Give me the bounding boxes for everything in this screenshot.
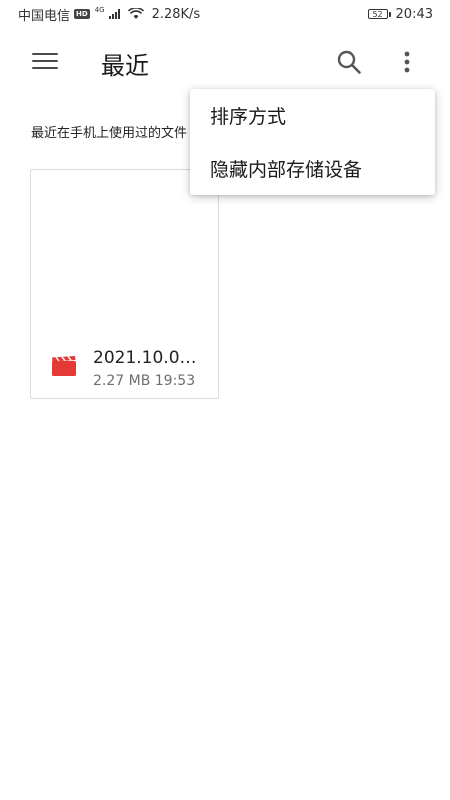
file-time: 19:53 — [154, 373, 196, 389]
section-description: 最近在手机上使用过的文件 — [31, 126, 188, 141]
overflow-menu: 排序方式 隐藏内部存储设备 — [190, 89, 435, 195]
network-type-label: 4G — [94, 6, 105, 14]
file-thumbnail — [31, 170, 218, 340]
status-left: 中国电信 HD 4G 2.28K/s — [18, 5, 200, 24]
battery-level: 52 — [367, 9, 388, 19]
menu-item-hide-internal-storage[interactable]: 隐藏内部存储设备 — [190, 142, 435, 195]
more-vert-icon[interactable] — [396, 50, 418, 74]
hd-badge: HD — [74, 9, 90, 19]
signal-icon — [108, 9, 120, 19]
clock: 20:43 — [395, 6, 433, 22]
menu-item-sort[interactable]: 排序方式 — [190, 89, 435, 142]
file-card[interactable]: 2021.10.0… 2.27 MB 19:53 — [30, 169, 219, 399]
wifi-icon — [127, 8, 144, 19]
hamburger-menu-icon[interactable] — [32, 53, 58, 73]
file-name: 2021.10.0… — [93, 348, 197, 368]
toolbar: 最近 — [0, 28, 450, 98]
carrier-label: 中国电信 — [18, 8, 71, 24]
battery-icon: 52 — [367, 9, 391, 19]
file-meta: 2.27 MB 19:53 — [93, 373, 195, 389]
file-size: 2.27 MB — [93, 373, 151, 389]
video-icon — [52, 355, 76, 376]
screen: 中国电信 HD 4G 2.28K/s 52 20:43 最近 最近在手机上使用过… — [0, 0, 450, 800]
search-icon[interactable] — [336, 49, 362, 75]
status-right: 52 20:43 — [367, 6, 433, 22]
network-speed: 2.28K/s — [151, 6, 201, 22]
status-bar: 中国电信 HD 4G 2.28K/s 52 20:43 — [0, 0, 450, 28]
page-title: 最近 — [101, 52, 149, 80]
